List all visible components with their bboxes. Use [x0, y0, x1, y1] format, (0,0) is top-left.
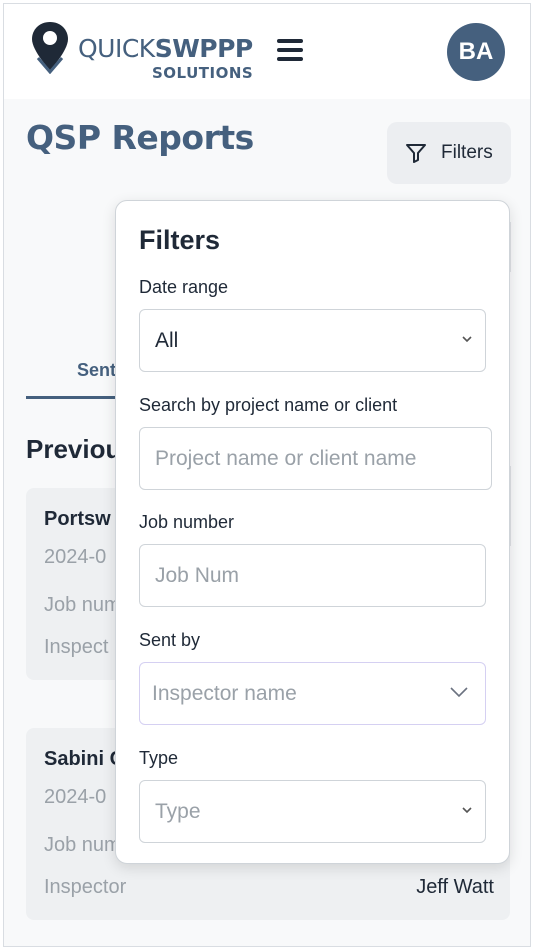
date-range-label: Date range: [139, 277, 229, 297]
job-number-input[interactable]: Job Num: [139, 544, 486, 607]
inspector-value: Jeff Watt: [416, 876, 494, 898]
search-placeholder: Project name or client name: [155, 446, 417, 470]
tab-sent[interactable]: Sent: [77, 360, 116, 381]
filter-icon: [406, 144, 426, 163]
type-select[interactable]: Type: [139, 780, 486, 843]
search-input[interactable]: Project name or client name: [139, 427, 492, 490]
report-date: 2024-0: [44, 546, 107, 568]
inspector-label: Inspector: [44, 876, 127, 898]
job-number-label: Job number: [139, 512, 235, 532]
sent-by-placeholder: Inspector name: [152, 681, 297, 705]
filters-title: Filters: [139, 225, 221, 255]
chevron-down-icon: [462, 336, 472, 343]
type-label: Type: [139, 748, 179, 768]
job-number-label: Job num: [44, 594, 121, 616]
app-header: QUICKSWPPP SOLUTIONS BA: [4, 4, 530, 99]
inspector-label: Inspect: [44, 636, 109, 658]
sent-by-label: Sent by: [139, 630, 201, 650]
report-title: Portsw: [44, 508, 111, 530]
date-range-select[interactable]: All: [139, 309, 486, 372]
report-title: Sabini C: [44, 748, 125, 770]
filters-button-label: Filters: [441, 142, 493, 163]
date-range-value: All: [155, 328, 179, 352]
job-number-placeholder: Job Num: [155, 563, 240, 587]
logo-wordmark: QUICKSWPPP: [78, 34, 253, 63]
filters-popover: Filters Date range All Search by project…: [115, 200, 510, 864]
chevron-down-icon: [462, 807, 472, 814]
app-frame: QUICKSWPPP SOLUTIONS BA QSP Reports Filt…: [3, 3, 531, 947]
quickswppp-logo[interactable]: QUICKSWPPP SOLUTIONS: [30, 20, 260, 86]
menu-icon[interactable]: [277, 39, 303, 61]
location-pin-icon: [32, 22, 68, 74]
chevron-down-icon: [450, 687, 468, 698]
sent-by-select[interactable]: Inspector name: [139, 662, 486, 725]
page-title: QSP Reports: [26, 118, 254, 157]
logo-subtitle: SOLUTIONS: [152, 64, 254, 82]
user-avatar[interactable]: BA: [447, 23, 505, 81]
search-label: Search by project name or client: [139, 395, 398, 415]
job-number-label: Job num: [44, 834, 121, 856]
filters-button[interactable]: Filters: [387, 122, 511, 184]
report-date: 2024-0: [44, 786, 107, 808]
type-placeholder: Type: [155, 799, 201, 823]
